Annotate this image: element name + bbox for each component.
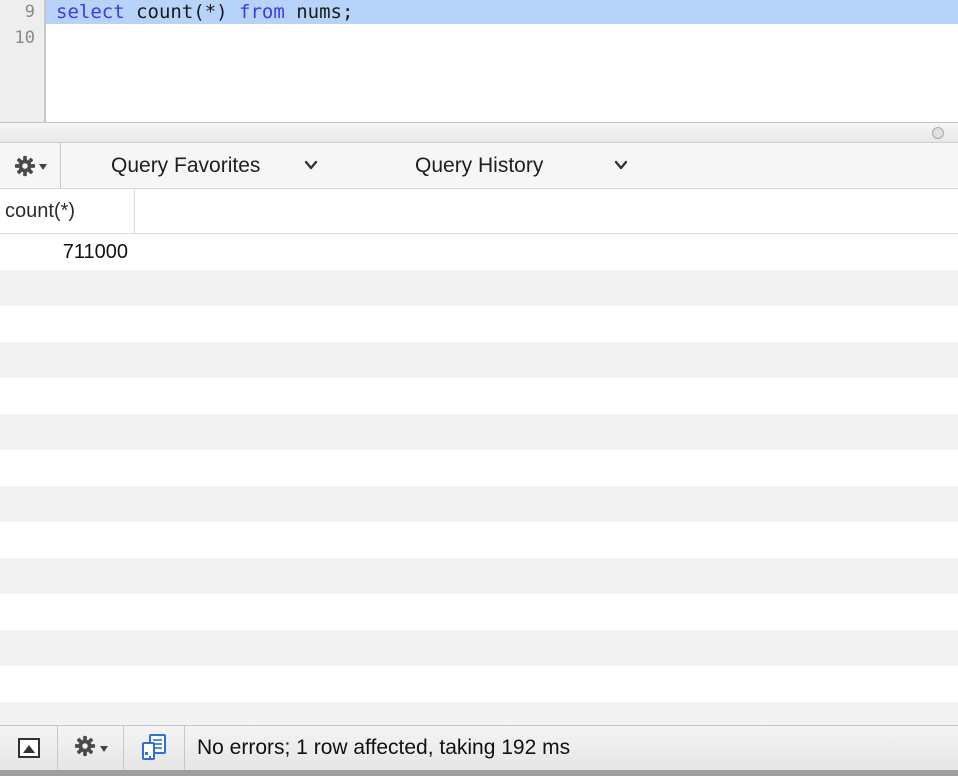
empty-row bbox=[0, 450, 958, 486]
query-toolbar: Query Favorites Query History bbox=[0, 143, 958, 189]
query-actions-menu-button[interactable] bbox=[0, 143, 61, 188]
sql-editor[interactable]: 9 10 select count(*) from nums; bbox=[0, 0, 958, 122]
gear-icon bbox=[14, 155, 36, 177]
sql-keyword: from bbox=[239, 1, 285, 23]
column-header-count[interactable]: count(*) bbox=[0, 189, 135, 233]
sql-keyword: select bbox=[56, 1, 125, 23]
window-bottom-edge bbox=[0, 770, 958, 776]
chevron-down-icon bbox=[304, 160, 318, 170]
code-line-empty[interactable] bbox=[46, 26, 958, 50]
empty-row bbox=[0, 630, 958, 666]
query-console-button[interactable] bbox=[124, 726, 185, 770]
code-line-selected[interactable]: select count(*) from nums; bbox=[46, 0, 958, 24]
empty-row bbox=[0, 666, 958, 702]
empty-row bbox=[0, 522, 958, 558]
empty-row bbox=[0, 702, 958, 725]
empty-row bbox=[0, 378, 958, 414]
toggle-panel-icon bbox=[17, 738, 40, 758]
empty-row bbox=[0, 558, 958, 594]
gear-icon bbox=[74, 735, 96, 762]
toggle-panel-button[interactable] bbox=[0, 726, 58, 770]
empty-row bbox=[0, 342, 958, 378]
empty-row bbox=[0, 306, 958, 342]
table-cell[interactable]: 711000 bbox=[0, 234, 128, 270]
empty-row bbox=[0, 594, 958, 630]
query-favorites-label: Query Favorites bbox=[111, 153, 261, 177]
table-header: count(*) bbox=[0, 189, 958, 234]
query-history-dropdown[interactable]: Query History bbox=[415, 143, 635, 188]
editor-results-splitter[interactable] bbox=[0, 122, 958, 143]
status-bar: No errors; 1 row affected, taking 192 ms bbox=[0, 725, 958, 770]
table-row[interactable]: 711000 bbox=[0, 234, 958, 270]
empty-row bbox=[0, 270, 958, 306]
line-number: 10 bbox=[14, 28, 35, 48]
empty-row bbox=[0, 486, 958, 522]
splitter-handle[interactable] bbox=[932, 127, 944, 139]
dropdown-caret-icon bbox=[99, 746, 108, 752]
query-console-icon bbox=[142, 734, 166, 760]
results-table[interactable]: count(*) 711000 bbox=[0, 189, 958, 725]
status-actions-menu-button[interactable] bbox=[58, 726, 124, 770]
chevron-down-icon bbox=[614, 160, 628, 170]
status-message: No errors; 1 row affected, taking 192 ms bbox=[197, 736, 571, 759]
sql-text: count(*) bbox=[124, 1, 240, 23]
line-number: 9 bbox=[24, 2, 35, 22]
query-favorites-dropdown[interactable]: Query Favorites bbox=[111, 143, 321, 188]
dropdown-caret-icon bbox=[38, 163, 47, 170]
query-history-label: Query History bbox=[415, 153, 544, 177]
line-number-gutter: 9 10 bbox=[0, 0, 46, 122]
empty-row bbox=[0, 414, 958, 450]
sql-text: nums; bbox=[284, 1, 354, 23]
